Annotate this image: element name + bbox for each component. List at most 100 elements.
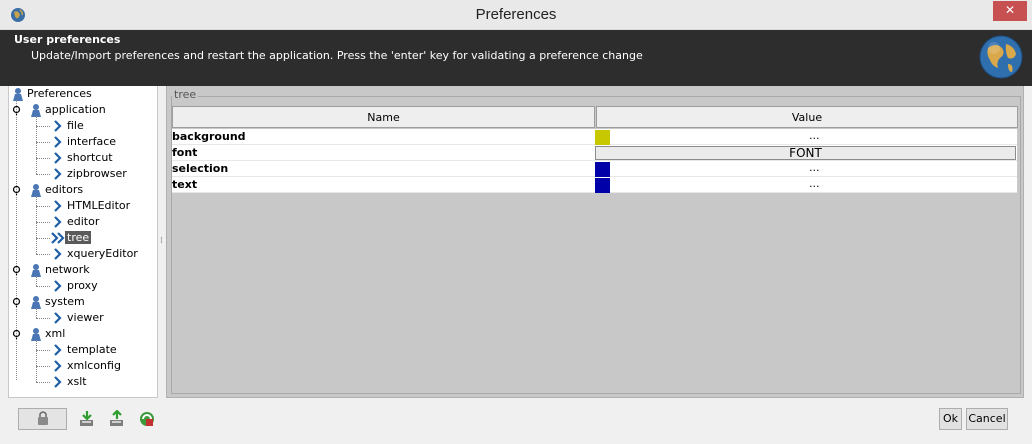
tree-item-tree[interactable]: tree [50,230,92,246]
column-header-value[interactable]: Value [596,106,1018,128]
tree-connector [36,318,50,319]
title-bar: Preferences ✕ [0,0,1032,30]
tree-item-label: xqueryEditor [67,247,138,260]
tree-group-editors[interactable]: editors [29,182,85,198]
edit-ellipsis[interactable]: ... [809,177,820,191]
tree-root[interactable]: Preferences [11,86,94,102]
chevron-right-icon [54,136,62,148]
tree-item-editor[interactable]: editor [50,214,101,230]
tree-item-label: xmlconfig [67,359,121,372]
tree-item-xslt[interactable]: xslt [50,374,89,390]
person-node-icon [31,104,41,117]
color-swatch[interactable] [595,162,610,177]
preferences-tree[interactable]: Preferences application file interface shor… [8,86,158,398]
double-chevron-right-icon [51,232,65,244]
tree-item-label: interface [67,135,117,148]
tree-item-label: HTMLEditor [67,199,131,212]
tree-connector [36,238,50,239]
tree-connector [36,382,50,383]
tree-item-template[interactable]: template [50,342,119,358]
cancel-button[interactable]: Cancel [966,408,1008,430]
color-swatch[interactable] [595,178,610,193]
chevron-right-icon [54,120,62,132]
chevron-right-icon [54,280,62,292]
column-header-name[interactable]: Name [172,106,595,128]
tree-group-application[interactable]: application [29,102,108,118]
pref-value-font[interactable]: FONT [595,145,1017,161]
tree-connector [36,308,37,318]
tree-group-label: system [45,295,85,308]
tree-item-viewer[interactable]: viewer [50,310,106,326]
tree-group-label: editors [45,183,84,196]
tree-connector [36,254,50,255]
pref-name-background: background [172,129,595,145]
tree-item-label: template [67,343,117,356]
chevron-right-icon [54,312,62,324]
tree-item-label: xslt [67,375,87,388]
person-node-icon [31,296,41,309]
chevron-right-icon [54,344,62,356]
ok-button[interactable]: Ok [939,408,962,430]
tree-item-label: shortcut [67,151,113,164]
export-icon[interactable] [108,410,126,428]
pref-value-selection[interactable]: ... [595,161,1017,177]
tree-item-shortcut[interactable]: shortcut [50,150,115,166]
pref-name-text: text [172,177,595,193]
close-button[interactable]: ✕ [993,1,1027,21]
tree-trunk [16,100,17,380]
lock-button[interactable] [18,408,67,430]
tree-item-xqueryEditor[interactable]: xqueryEditor [50,246,140,262]
panel-splitter[interactable]: ⁞ [158,86,166,398]
tree-item-label: file [67,119,84,132]
header-banner: User preferences Update/Import preferenc… [0,30,1032,86]
tree-connector [36,366,50,367]
font-chooser-button[interactable]: FONT [595,146,1016,160]
tree-connector [36,174,50,175]
tree-item-label: tree [65,231,92,244]
tree-connector [36,116,37,174]
chevron-right-icon [54,152,62,164]
tree-item-zipbrowser[interactable]: zipbrowser [50,166,129,182]
tree-item-file[interactable]: file [50,118,86,134]
tree-group-label: xml [45,327,66,340]
pref-name-font: font [172,145,595,161]
tree-group-system[interactable]: system [29,294,87,310]
chevron-right-icon [54,360,62,372]
chevron-right-icon [54,168,62,180]
tree-item-HTMLEditor[interactable]: HTMLEditor [50,198,132,214]
tree-connector [36,126,50,127]
edit-ellipsis[interactable]: ... [809,129,820,143]
chevron-right-icon [54,248,62,260]
window-title: Preferences [475,6,557,23]
tree-connector [36,206,50,207]
lock-icon [38,411,48,425]
tree-item-label: editor [67,215,100,228]
preferences-window: Preferences ✕ User preferences Update/Im… [0,0,1032,444]
tree-group-network[interactable]: network [29,262,92,278]
pref-value-text[interactable]: ... [595,177,1017,193]
pref-value-background[interactable]: ... [595,129,1017,145]
tree-group-label: network [45,263,90,276]
tree-item-label: viewer [67,311,104,324]
section-title: tree [172,88,199,101]
reset-icon[interactable] [138,410,156,428]
tree-item-proxy[interactable]: proxy [50,278,100,294]
import-icon[interactable] [78,410,96,428]
tree-group-label: application [45,103,106,116]
color-swatch[interactable] [595,130,610,145]
tree-item-xmlconfig[interactable]: xmlconfig [50,358,123,374]
tree-connector [36,286,50,287]
tree-connector [36,158,50,159]
person-node-icon [31,264,41,277]
tree-group-xml[interactable]: xml [29,326,67,342]
close-icon: ✕ [1004,3,1016,17]
tree-connector [36,276,37,286]
header-description: Update/Import preferences and restart th… [31,49,643,62]
tree-item-interface[interactable]: interface [50,134,118,150]
chevron-right-icon [54,216,62,228]
person-node-icon [13,88,23,101]
tree-connector [36,142,50,143]
chevron-right-icon [54,200,62,212]
edit-ellipsis[interactable]: ... [809,161,820,175]
tree-item-label: proxy [67,279,98,292]
